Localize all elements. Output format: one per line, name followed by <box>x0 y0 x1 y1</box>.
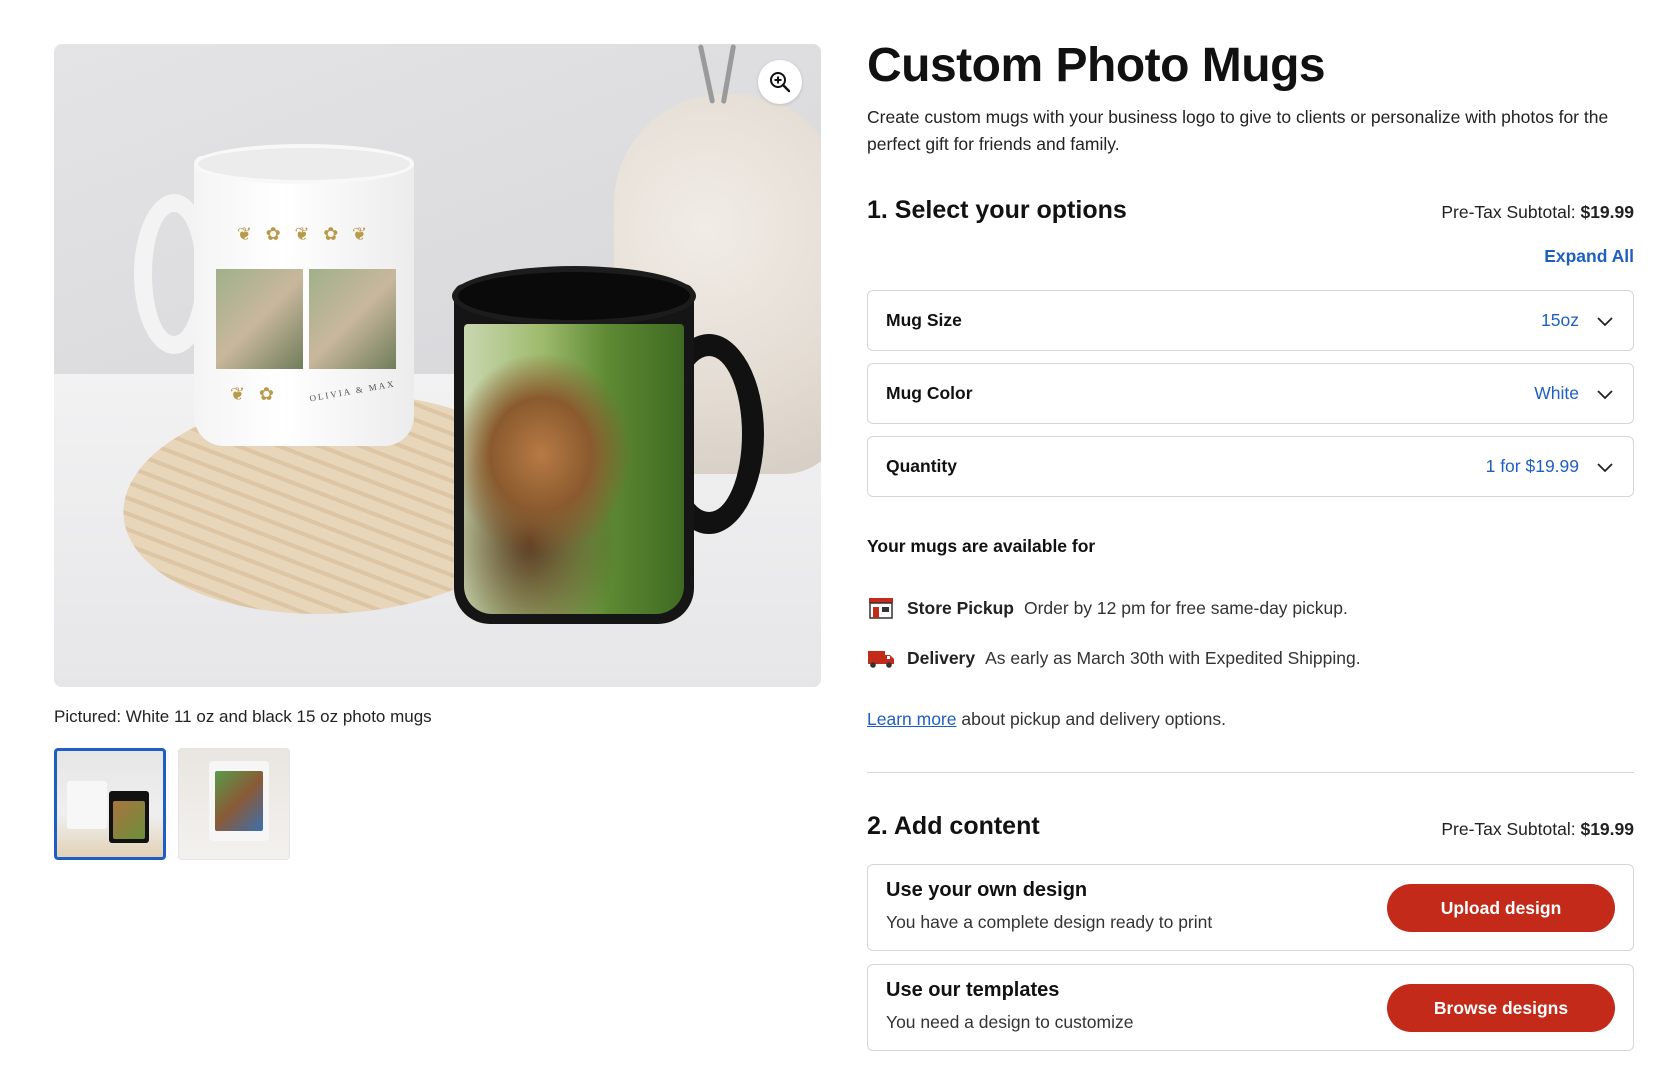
zoom-in-icon <box>770 72 791 93</box>
leaf-pattern: ❦ ✿ <box>230 384 278 405</box>
learn-more-line: Learn more about pickup and delivery opt… <box>867 709 1226 730</box>
content-subtotal: Pre-Tax Subtotal: $19.99 <box>1441 819 1634 840</box>
white-mug-photos <box>216 269 396 369</box>
expand-all-link[interactable]: Expand All <box>1544 246 1634 267</box>
browse-designs-button[interactable]: Browse designs <box>1387 984 1615 1032</box>
thumbnail-list <box>54 748 290 860</box>
chevron-down-icon <box>1597 389 1613 399</box>
subtotal-label: Pre-Tax Subtotal: <box>1441 819 1576 839</box>
product-description: Create custom mugs with your business lo… <box>867 107 1609 154</box>
subtotal-value: $19.99 <box>1580 819 1634 839</box>
option-value: White <box>1534 383 1579 403</box>
product-image[interactable]: ❦ ✿ ❦ ✿ ❦ ❦ ✿ OLIVIA & MAX <box>54 44 821 687</box>
learn-more-text: about pickup and delivery options. <box>961 709 1226 729</box>
option-mug-size[interactable]: Mug Size 15oz <box>867 290 1634 351</box>
page-title: Custom Photo Mugs <box>867 39 1326 92</box>
thumbnail-mug-family[interactable] <box>178 748 290 860</box>
option-mug-color[interactable]: Mug Color White <box>867 363 1634 424</box>
availability-title: Your mugs are available for <box>867 536 1096 556</box>
zoom-button[interactable] <box>758 60 802 104</box>
thumb-white-mug <box>67 781 107 829</box>
section-divider <box>867 772 1634 773</box>
availability-delivery: Delivery As early as March 30th with Exp… <box>867 646 1361 670</box>
store-icon <box>869 598 893 619</box>
subtotal-value: $19.99 <box>1580 202 1634 222</box>
card-templates: Use our templates You need a design to c… <box>867 964 1634 1051</box>
options-heading: 1. Select your options <box>867 196 1127 224</box>
learn-more-link[interactable]: Learn more <box>867 709 957 729</box>
delivery-detail: As early as March 30th with Expedited Sh… <box>985 647 1361 668</box>
option-quantity[interactable]: Quantity 1 for $19.99 <box>867 436 1634 497</box>
chevron-down-icon <box>1597 316 1613 326</box>
upload-design-button[interactable]: Upload design <box>1387 884 1615 932</box>
option-label: Quantity <box>886 456 957 476</box>
white-mug-rim <box>194 144 414 184</box>
content-heading: 2. Add content <box>867 812 1040 840</box>
options-subtotal: Pre-Tax Subtotal: $19.99 <box>1441 202 1634 223</box>
image-caption: Pictured: White 11 oz and black 15 oz ph… <box>54 707 432 726</box>
option-label: Mug Size <box>886 310 962 330</box>
delivery-label: Delivery <box>907 647 976 668</box>
thumbnail-mugs-dog[interactable] <box>54 748 166 860</box>
subtotal-label: Pre-Tax Subtotal: <box>1441 202 1576 222</box>
availability-pickup: Store Pickup Order by 12 pm for free sam… <box>867 596 1348 620</box>
option-label: Mug Color <box>886 383 973 403</box>
chevron-down-icon <box>1597 462 1613 472</box>
leaf-pattern: ❦ ✿ ❦ ✿ ❦ <box>236 224 372 245</box>
option-value: 1 for $19.99 <box>1485 456 1579 476</box>
thumb-dog-photo <box>113 801 145 839</box>
dog-photo-print <box>464 324 684 614</box>
truck-icon <box>868 651 894 668</box>
black-mug-rim <box>452 266 696 326</box>
thumb-family-photo <box>215 771 263 831</box>
pickup-detail: Order by 12 pm for free same-day pickup. <box>1023 597 1348 618</box>
card-own-design: Use your own design You have a complete … <box>867 864 1634 951</box>
option-value: 15oz <box>1541 310 1579 330</box>
pickup-label: Store Pickup <box>907 597 1014 618</box>
